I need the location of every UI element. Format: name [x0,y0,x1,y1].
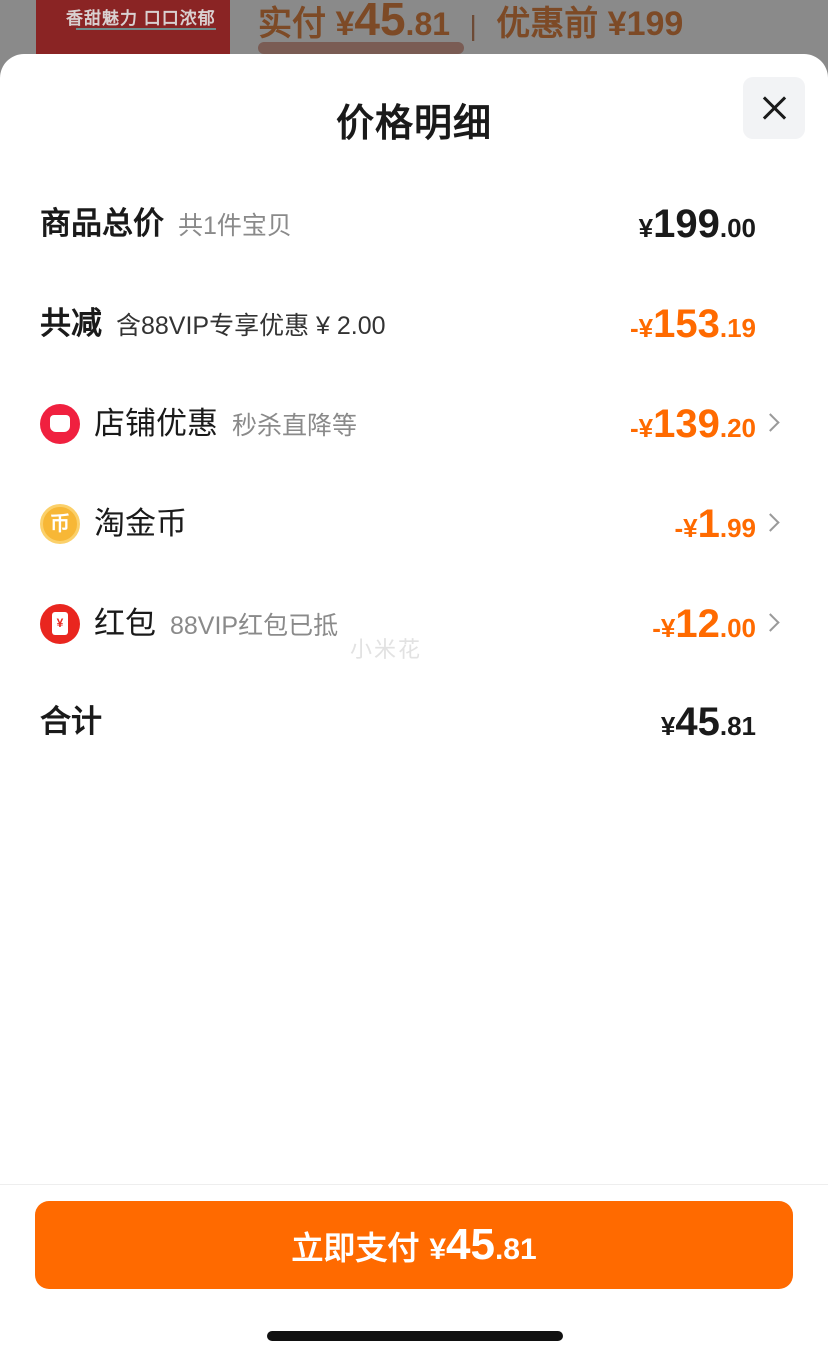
shop-discount-title: 店铺优惠 [94,406,218,441]
amount-dec: .20 [719,413,756,443]
amount-int: 45 [675,700,720,744]
amount-currency: -¥ [629,413,654,443]
row-total-discount: 共减 含88VIP专享优惠 ¥ 2.00 -¥153.19 [0,294,828,354]
chevron-right-icon [761,613,780,632]
chevron-right-icon [761,413,780,432]
pay-button-dec: .81 [494,1233,537,1266]
amount-currency: -¥ [629,313,654,343]
amount-dec: .00 [719,613,756,643]
amount-currency: ¥ [660,711,676,741]
total-discount-title: 共减 [40,306,102,341]
amount-int: 199 [653,202,720,246]
close-button[interactable] [743,77,805,139]
chevron-right-icon [761,513,780,532]
pay-now-button[interactable]: 立即支付 ¥45.81 [35,1201,793,1289]
row-total: 合计 ¥45.81 [0,692,828,752]
amount-dec: .99 [719,513,756,543]
coins-label: 淘金币 [94,494,187,554]
row-subtotal: 商品总价 共1件宝贝 ¥199.00 [0,194,828,254]
amount-int: 12 [675,602,720,646]
row-shop-discount[interactable]: 店铺优惠 秒杀直降等 -¥139.20 [0,394,828,454]
home-indicator[interactable] [267,1331,563,1341]
amount-int: 153 [653,302,720,346]
red-packet-icon [40,604,80,644]
background-price: 实付 ¥45.81 | 优惠前 ¥199 [258,0,683,46]
price-separator: | [469,10,477,41]
pay-button-label: 立即支付 [291,1230,420,1266]
price-int: 45 [354,0,406,45]
shop-icon [40,404,80,444]
total-amount: ¥45.81 [661,692,756,752]
pay-button-int: 45 [446,1220,495,1269]
amount-dec: .81 [719,711,756,741]
red-packet-note: 88VIP红包已抵 [170,612,339,640]
total-label: 合计 [40,692,102,752]
amount-int: 139 [653,402,720,446]
subtotal-title: 商品总价 [40,206,164,241]
amount-int: 1 [697,502,720,546]
subtotal-amount: ¥199.00 [639,194,756,254]
coins-title: 淘金币 [94,506,187,541]
thumbnail-text: 香甜魅力 口口浓郁 [66,9,216,28]
pay-button-currency: ¥ [429,1233,447,1266]
subtotal-count: 共1件宝贝 [178,212,292,240]
row-coins[interactable]: 币 淘金币 -¥1.99 [0,494,828,554]
coins-amount: -¥1.99 [674,494,756,554]
subtotal-label: 商品总价 共1件宝贝 [40,194,292,254]
shop-discount-note: 秒杀直降等 [232,412,358,440]
background-bar [258,42,464,54]
amount-dec: .00 [719,213,756,243]
product-thumbnail: 香甜魅力 口口浓郁 [36,0,230,60]
total-discount-note: 含88VIP专享优惠 ¥ 2.00 [116,312,386,340]
total-title: 合计 [40,704,102,739]
watermark: 小米花 [350,637,423,662]
price-detail-sheet: 价格明细 商品总价 共1件宝贝 ¥199.00 共减 含88VIP专享优惠 ¥ 2.… [0,54,828,1361]
sheet-title: 价格明细 [335,103,492,145]
shop-discount-amount: -¥139.20 [630,394,756,454]
red-packet-amount: -¥12.00 [652,594,756,654]
price-prefix: 实付 [258,5,326,43]
footer-divider [0,1184,828,1185]
coin-icon: 币 [40,504,80,544]
amount-currency: -¥ [674,513,698,543]
price-currency: ¥ [335,5,355,43]
amount-currency: -¥ [652,613,676,643]
original-price: 优惠前 ¥199 [496,5,684,43]
thumbnail-decoration [76,28,216,40]
price-dec: .81 [405,6,451,42]
shop-discount-label: 店铺优惠 秒杀直降等 [94,394,357,454]
amount-dec: .19 [719,313,756,343]
red-packet-label: 红包 88VIP红包已抵 [94,594,338,654]
red-packet-title: 红包 [94,606,156,641]
amount-currency: ¥ [638,213,654,243]
total-discount-label: 共减 含88VIP专享优惠 ¥ 2.00 [40,294,386,354]
total-discount-amount: -¥153.19 [630,294,756,354]
